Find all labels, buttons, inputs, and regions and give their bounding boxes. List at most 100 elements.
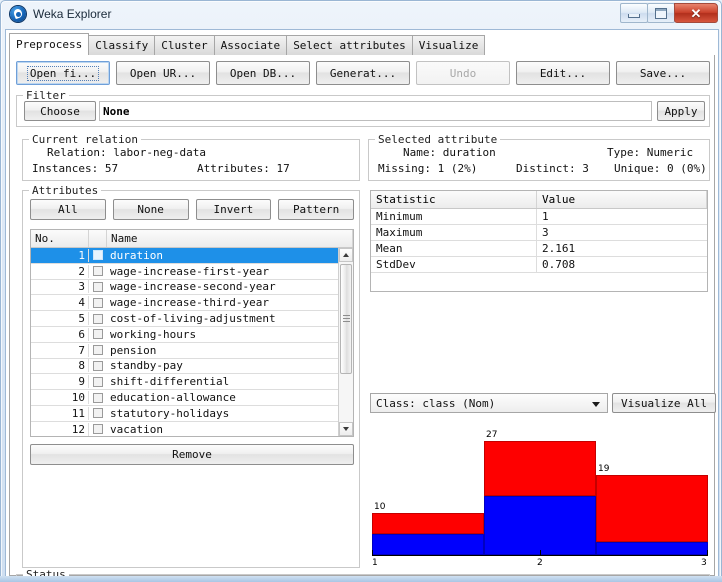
pattern-button[interactable]: Pattern bbox=[278, 199, 354, 220]
histogram-bar[interactable] bbox=[596, 474, 708, 555]
attribute-checkbox-cell[interactable] bbox=[89, 281, 107, 292]
checkbox-icon[interactable] bbox=[93, 345, 103, 356]
selected-attribute-distinct-line: Distinct: 3 bbox=[516, 162, 589, 175]
attribute-checkbox-cell[interactable] bbox=[89, 392, 107, 403]
attribute-row[interactable]: 9 shift-differential bbox=[31, 374, 353, 391]
apply-filter-label: Apply bbox=[664, 104, 698, 118]
scroll-up-button[interactable] bbox=[339, 248, 353, 262]
checkbox-icon[interactable] bbox=[93, 297, 103, 308]
attribute-row[interactable]: 3 wage-increase-second-year bbox=[31, 279, 353, 296]
attribute-index: 4 bbox=[31, 296, 89, 310]
instances-line: Instances: 57 bbox=[32, 162, 118, 175]
invert-selection-button[interactable]: Invert bbox=[195, 199, 272, 220]
attribute-row[interactable]: 1 duration bbox=[31, 248, 353, 264]
tab-select-attributes[interactable]: Select attributes bbox=[286, 35, 413, 55]
histogram-bar[interactable] bbox=[484, 441, 596, 555]
attribute-histogram[interactable]: 10 27 19 1 2 3 bbox=[370, 423, 710, 573]
histogram-bar-segment-good bbox=[596, 474, 708, 543]
visualize-all-button[interactable]: Visualize All bbox=[612, 393, 716, 413]
attribute-name: wage-increase-third-year bbox=[110, 296, 269, 310]
attribute-row[interactable]: 8 standby-pay bbox=[31, 358, 353, 375]
tab-associate[interactable]: Associate bbox=[213, 35, 288, 55]
relation-value: labor-neg-data bbox=[113, 146, 206, 159]
checkbox-icon[interactable] bbox=[93, 250, 103, 261]
attribute-row[interactable]: 11 statutory-holidays bbox=[31, 405, 353, 422]
tab-cluster[interactable]: Cluster bbox=[154, 35, 215, 55]
attribute-checkbox-cell[interactable] bbox=[89, 250, 107, 261]
attributes-table-body: 1 duration 2 wage-increase-first-year 3 wage-… bbox=[31, 248, 353, 436]
open-db-button[interactable]: Open DB... bbox=[216, 61, 310, 85]
open-url-label: Open UR... bbox=[129, 66, 197, 80]
title-bar: Weka Explorer ✕ bbox=[2, 2, 722, 28]
attribute-row[interactable]: 4 wage-increase-third-year bbox=[31, 295, 353, 312]
statistic-value: 3 bbox=[542, 226, 549, 239]
attribute-checkbox-cell[interactable] bbox=[89, 360, 107, 371]
attributes-count-value: 17 bbox=[276, 162, 290, 175]
minimize-button[interactable] bbox=[620, 3, 648, 23]
attribute-checkbox-cell[interactable] bbox=[89, 376, 107, 387]
selected-attribute-missing-line: Missing: 1 (2%) bbox=[378, 162, 477, 175]
maximize-button[interactable] bbox=[647, 3, 675, 23]
tab-preprocess[interactable]: Preprocess bbox=[9, 33, 90, 55]
close-button[interactable]: ✕ bbox=[674, 3, 718, 23]
class-selector-dropdown[interactable]: Class: class (Nom) bbox=[370, 393, 608, 413]
histogram-bar[interactable] bbox=[372, 512, 484, 555]
attribute-checkbox-cell[interactable] bbox=[89, 313, 107, 324]
attribute-row[interactable]: 2 wage-increase-first-year bbox=[31, 263, 353, 280]
undo-label: Undo bbox=[449, 66, 477, 80]
checkbox-icon[interactable] bbox=[93, 313, 103, 324]
scrollbar-thumb[interactable] bbox=[340, 264, 352, 374]
attribute-name: pension bbox=[110, 343, 157, 357]
attribute-checkbox-cell[interactable] bbox=[89, 345, 107, 356]
tab-visualize[interactable]: Visualize bbox=[411, 35, 486, 55]
class-selector-value: Class: class (Nom) bbox=[376, 396, 496, 410]
checkbox-icon[interactable] bbox=[93, 360, 103, 371]
select-none-button[interactable]: None bbox=[112, 199, 189, 220]
selected-attribute-type-line: Type: Numeric bbox=[607, 146, 693, 159]
choose-filter-button[interactable]: Choose bbox=[24, 101, 96, 121]
tab-classify[interactable]: Classify bbox=[88, 35, 156, 55]
apply-filter-button[interactable]: Apply bbox=[657, 101, 705, 121]
histogram-plot-area: 10 27 19 bbox=[370, 423, 710, 555]
remove-attributes-button[interactable]: Remove bbox=[30, 444, 354, 465]
attribute-row[interactable]: 5 cost-of-living-adjustment bbox=[31, 311, 353, 327]
edit-button[interactable]: Edit... bbox=[516, 61, 610, 85]
instances-value: 57 bbox=[104, 162, 119, 175]
instances-label: Instances: bbox=[32, 162, 99, 175]
open-file-button[interactable]: Open fi... bbox=[16, 61, 110, 85]
selected-attribute-unique-line: Unique: 0 (0%) bbox=[614, 162, 707, 175]
attribute-checkbox-cell[interactable] bbox=[89, 408, 107, 419]
select-all-button[interactable]: All bbox=[30, 199, 106, 220]
filter-value-field[interactable]: None bbox=[99, 101, 652, 121]
attribute-row[interactable]: 7 pension bbox=[31, 342, 353, 359]
tab-select-attributes-label: Select attributes bbox=[293, 39, 406, 52]
generate-button[interactable]: Generat... bbox=[316, 61, 410, 85]
attributes-scrollbar[interactable] bbox=[338, 248, 353, 436]
checkbox-icon[interactable] bbox=[93, 392, 103, 403]
statistics-row: StdDev 0.708 bbox=[371, 257, 707, 273]
attribute-selection-buttons: All None Invert Pattern bbox=[30, 199, 354, 220]
attributes-table[interactable]: No. Name 1 duration 2 wage-increase-first-y… bbox=[30, 229, 354, 437]
statistics-column-statistic: Statistic bbox=[371, 191, 537, 208]
checkbox-icon[interactable] bbox=[93, 281, 103, 292]
attribute-index: 1 bbox=[31, 248, 89, 262]
statistics-table: Statistic Value Minimum 1 Maximum 3 Mean 2.16… bbox=[370, 190, 708, 292]
open-url-button[interactable]: Open UR... bbox=[116, 61, 210, 85]
maximize-icon bbox=[655, 7, 667, 19]
checkbox-icon[interactable] bbox=[93, 376, 103, 387]
scroll-down-button[interactable] bbox=[339, 422, 353, 436]
save-button[interactable]: Save... bbox=[616, 61, 710, 85]
checkbox-icon[interactable] bbox=[93, 266, 103, 277]
attribute-row[interactable]: 6 working-hours bbox=[31, 326, 353, 343]
attribute-checkbox-cell[interactable] bbox=[89, 266, 107, 277]
attribute-row[interactable]: 10 education-allowance bbox=[31, 390, 353, 406]
tab-associate-label: Associate bbox=[220, 39, 281, 52]
attribute-row[interactable]: 12 vacation bbox=[31, 421, 353, 436]
checkbox-icon[interactable] bbox=[93, 408, 103, 419]
attribute-checkbox-cell[interactable] bbox=[89, 297, 107, 308]
relation-name-line: Relation: labor-neg-data bbox=[47, 146, 206, 159]
attribute-checkbox-cell[interactable] bbox=[89, 329, 107, 340]
checkbox-icon[interactable] bbox=[93, 424, 103, 435]
checkbox-icon[interactable] bbox=[93, 329, 103, 340]
attribute-checkbox-cell[interactable] bbox=[89, 424, 107, 435]
